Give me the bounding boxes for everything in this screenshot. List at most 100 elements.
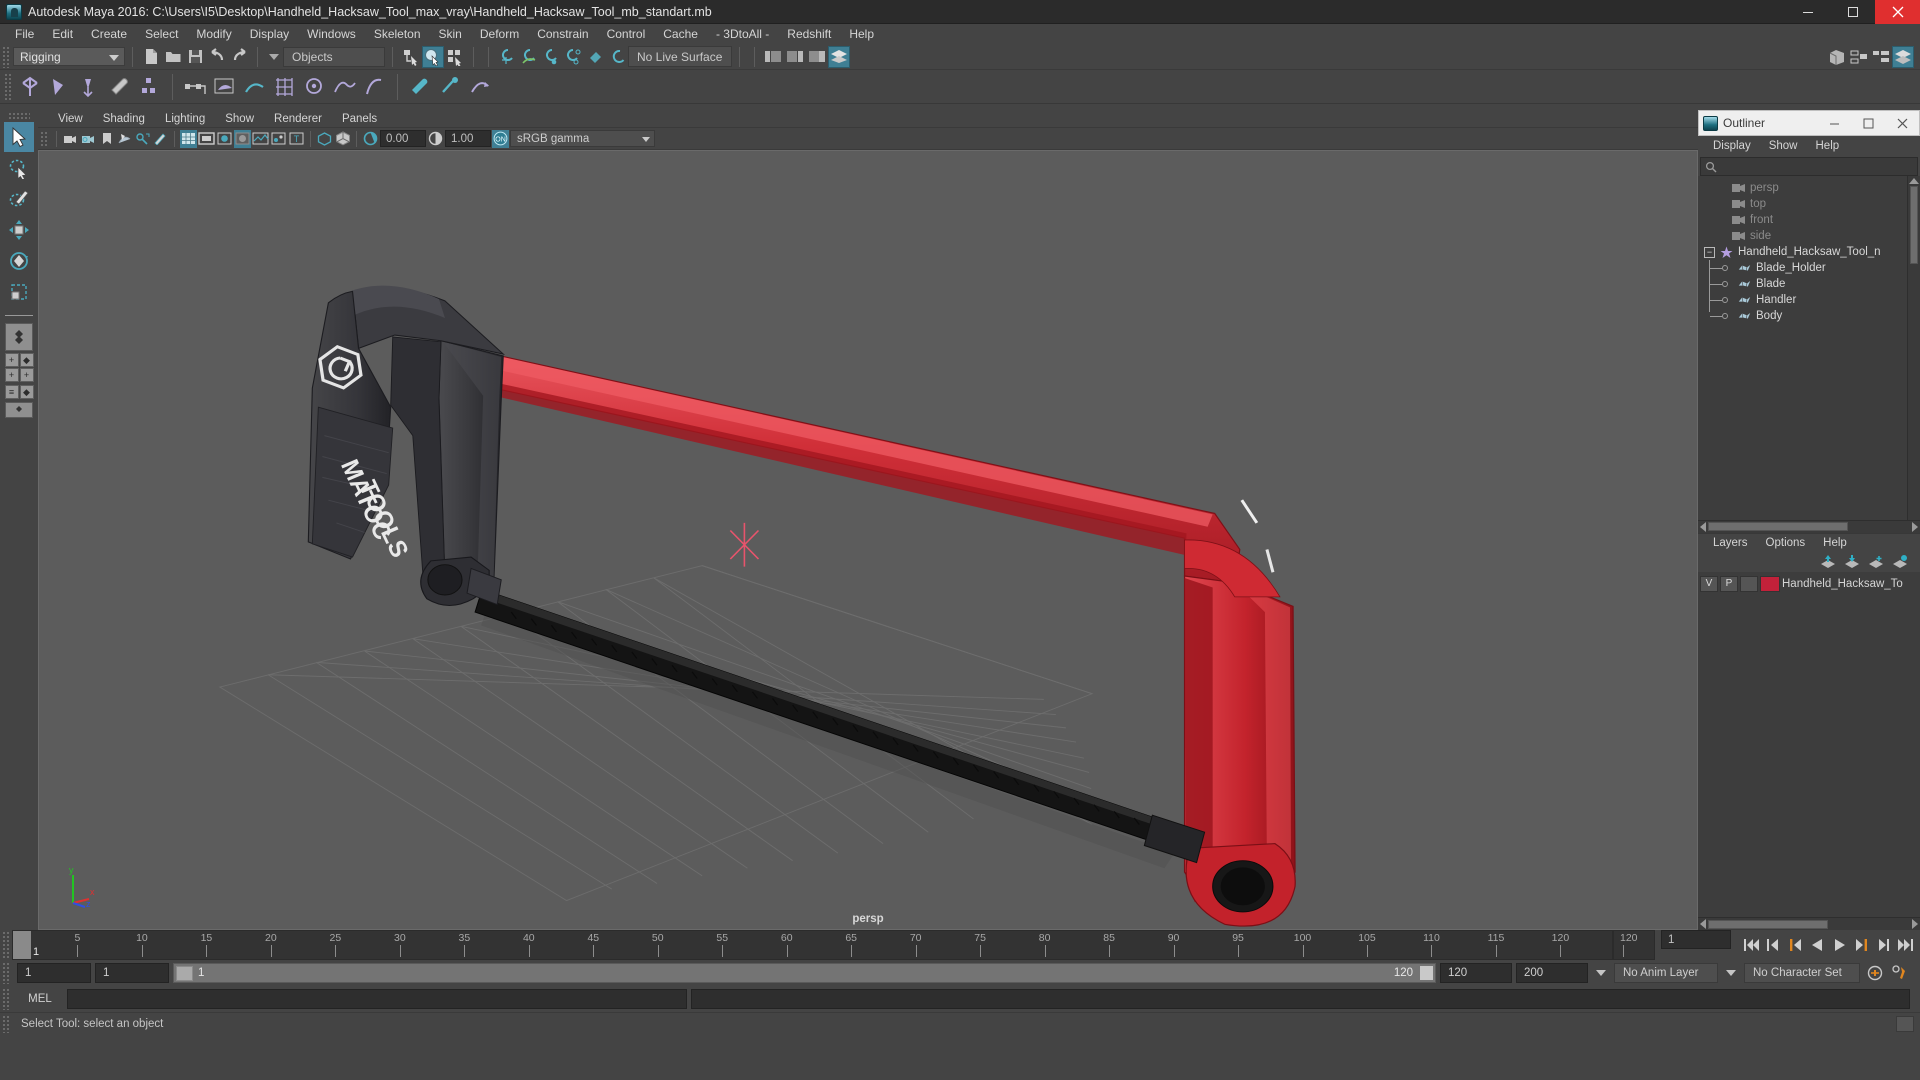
character-set-combo[interactable]: No Character Set [1744, 963, 1860, 983]
image-plane-icon[interactable] [116, 130, 133, 148]
two-d-pan-zoom-icon[interactable] [134, 130, 151, 148]
show-hide-tool-settings-icon[interactable] [784, 46, 806, 68]
step-forward-key-button[interactable] [1873, 934, 1894, 956]
three-pane-layout-button[interactable]: + [19, 368, 34, 382]
outliner-menu-display[interactable]: Display [1704, 137, 1760, 155]
smooth-shade-all-icon[interactable] [234, 129, 251, 148]
time-slider[interactable]: 1 5 10 15 20 25 30 35 40 45 50 55 60 65 70 75 80 85 90 95 1… [12, 930, 1613, 960]
layers-menu-options[interactable]: Options [1757, 534, 1815, 552]
outliner-persp-layout-button[interactable]: ≡ [4, 385, 19, 399]
exposure-icon[interactable] [362, 130, 379, 148]
color-management-toggle-icon[interactable]: ON [492, 129, 509, 148]
gamma-value-field[interactable]: 1.00 [445, 130, 491, 147]
outliner-menu-show[interactable]: Show [1760, 137, 1807, 155]
outliner-item-blade-holder[interactable]: Blade_Holder [1698, 260, 1920, 276]
panel-menu-lighting[interactable]: Lighting [155, 110, 215, 128]
menu-deform[interactable]: Deform [471, 24, 528, 44]
persp-layout-button[interactable]: ◆ [19, 353, 34, 367]
save-scene-button[interactable] [184, 46, 206, 68]
menu-set-selector[interactable]: Rigging [13, 47, 125, 66]
lattice-icon[interactable] [270, 72, 300, 102]
outliner-item-front[interactable]: front [1698, 212, 1920, 228]
command-line-grip[interactable] [2, 988, 10, 1010]
play-forwards-button[interactable] [1829, 934, 1850, 956]
layer-list-horizontal-scrollbar[interactable] [1698, 917, 1920, 930]
panel-menu-renderer[interactable]: Renderer [264, 110, 332, 128]
menu-skin[interactable]: Skin [430, 24, 471, 44]
menu-redshift[interactable]: Redshift [778, 24, 840, 44]
animation-end-time-field[interactable]: 200 [1516, 963, 1588, 983]
menu-3dtoall[interactable]: - 3DtoAll - [707, 24, 778, 44]
live-surface-field[interactable]: No Live Surface [628, 46, 732, 67]
anim-layer-combo[interactable]: No Anim Layer [1614, 963, 1718, 983]
scroll-left-arrow-icon[interactable] [1700, 521, 1706, 532]
four-pane-layout-button[interactable]: + [4, 368, 19, 382]
texture-toggle-icon[interactable]: T [288, 130, 305, 148]
animation-preferences-gear-icon[interactable] [1889, 962, 1910, 984]
hypershade-icon[interactable] [1870, 46, 1892, 68]
move-layer-up-icon[interactable] [1820, 554, 1836, 569]
mirror-joint-icon[interactable] [135, 72, 165, 102]
two-pane-layout-button[interactable]: + [4, 353, 19, 367]
grease-pencil-icon[interactable] [152, 130, 169, 148]
film-gate-icon[interactable] [198, 130, 215, 148]
layer-color-swatch[interactable] [1760, 575, 1780, 592]
script-editor-button[interactable] [1896, 1015, 1914, 1032]
snap-to-view-plane-button[interactable] [584, 46, 606, 68]
outliner-item-handler[interactable]: Handler [1698, 292, 1920, 308]
time-slider-grip[interactable] [2, 931, 10, 959]
status-line-grip[interactable] [2, 45, 10, 68]
camera-attributes-icon[interactable] [80, 130, 97, 148]
range-slider-grip[interactable] [2, 962, 10, 984]
layer-playback-toggle[interactable]: P [1720, 575, 1738, 592]
panel-menu-view[interactable]: View [48, 110, 93, 128]
play-backwards-button[interactable] [1807, 934, 1828, 956]
single-perspective-layout-button[interactable] [5, 323, 33, 351]
orient-constraint-icon[interactable] [465, 72, 495, 102]
menu-display[interactable]: Display [241, 24, 298, 44]
scroll-thumb[interactable] [1708, 522, 1848, 531]
view-transform-combo[interactable]: sRGB gamma [510, 130, 655, 147]
playback-start-time-field[interactable]: 1 [95, 963, 169, 983]
nonlinear-icon[interactable] [360, 72, 390, 102]
close-button[interactable] [1875, 0, 1920, 24]
command-input[interactable] [67, 989, 687, 1009]
use-all-lights-icon[interactable] [270, 130, 287, 148]
outliner-close-button[interactable] [1885, 111, 1919, 135]
outliner-item-persp[interactable]: persp [1698, 180, 1920, 196]
snap-to-grid-button[interactable] [496, 46, 518, 68]
panel-menu-panels[interactable]: Panels [332, 110, 387, 128]
open-scene-button[interactable] [162, 46, 184, 68]
menu-select[interactable]: Select [136, 24, 187, 44]
outliner-item-handheld-hacksaw-tool[interactable]: − Handheld_Hacksaw_Tool_n [1698, 244, 1920, 260]
menu-help[interactable]: Help [840, 24, 883, 44]
layer-type-toggle[interactable] [1740, 575, 1758, 592]
range-slider-left-handle[interactable] [176, 965, 193, 981]
select-camera-icon[interactable] [62, 130, 79, 148]
select-tool-button[interactable] [4, 122, 34, 152]
menu-constrain[interactable]: Constrain [528, 24, 597, 44]
outliner-item-blade[interactable]: Blade [1698, 276, 1920, 292]
next-key-button[interactable] [1851, 934, 1872, 956]
point-constraint-icon[interactable] [435, 72, 465, 102]
shelf-grip[interactable] [4, 72, 12, 101]
menu-file[interactable]: File [6, 24, 43, 44]
step-back-key-button[interactable] [1763, 934, 1784, 956]
outliner-tree[interactable]: persp top front side − Handheld_Hacksaw_… [1698, 176, 1920, 520]
scroll-left-arrow-icon[interactable] [1700, 919, 1706, 929]
collapse-expand-icon[interactable]: − [1704, 246, 1715, 258]
scroll-thumb[interactable] [1910, 186, 1918, 264]
show-hide-attribute-editor-icon[interactable] [762, 46, 784, 68]
create-layer-from-selected-icon[interactable] [1892, 554, 1908, 569]
scale-tool-button[interactable] [4, 277, 34, 307]
minimize-button[interactable] [1785, 0, 1830, 24]
animation-preferences-icon[interactable] [1864, 962, 1885, 984]
selection-mask-chevron-icon[interactable] [269, 53, 279, 60]
menu-skeleton[interactable]: Skeleton [365, 24, 430, 44]
menu-cache[interactable]: Cache [654, 24, 707, 44]
scroll-up-arrow-icon[interactable] [1909, 178, 1919, 184]
select-by-hierarchy-button[interactable] [400, 46, 422, 68]
show-hide-channel-box-icon[interactable] [806, 46, 828, 68]
xray-joints-icon[interactable] [334, 130, 351, 148]
viewport-toolbar-grip[interactable] [40, 130, 48, 147]
